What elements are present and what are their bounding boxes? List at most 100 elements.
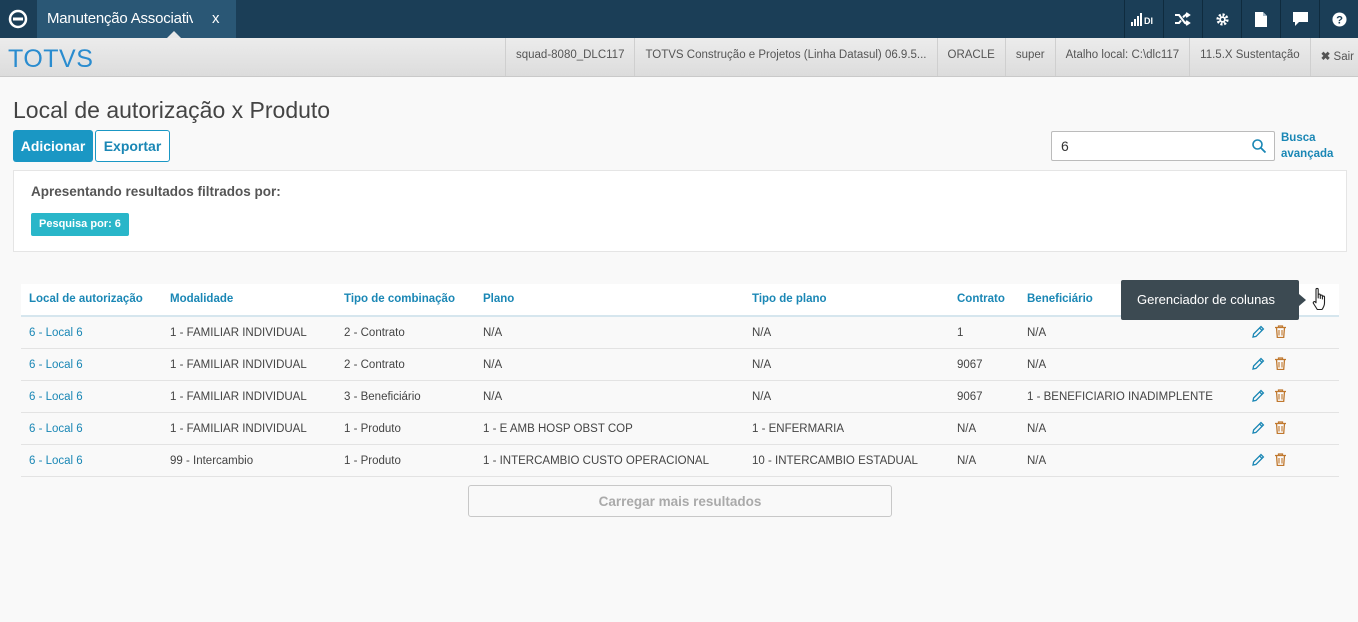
- cell-contrato: N/A: [957, 423, 977, 435]
- top-bar: Manutenção Associativa x DI ?: [0, 0, 1358, 38]
- exit-label: Sair: [1333, 51, 1354, 63]
- svg-text:?: ?: [1336, 14, 1343, 26]
- help-icon[interactable]: ?: [1319, 0, 1358, 38]
- cell-contrato: N/A: [957, 455, 977, 467]
- cell-beneficiario: N/A: [1027, 327, 1047, 339]
- column-manager-tooltip: Gerenciador de colunas: [1121, 280, 1299, 320]
- filter-tag[interactable]: Pesquisa por: 6: [31, 213, 129, 236]
- cell-plano: N/A: [483, 391, 503, 403]
- shuffle-icon[interactable]: [1163, 0, 1202, 38]
- header-beneficiario[interactable]: Beneficiário: [1027, 293, 1093, 305]
- advanced-search-link[interactable]: Busca avançada: [1281, 130, 1333, 162]
- cell-tipo-combinacao: 1 - Produto: [344, 423, 401, 435]
- signal-label: DI: [1144, 16, 1153, 26]
- tab-close-icon[interactable]: x: [212, 10, 220, 27]
- table-row: 6 - Local 6 1 - FAMILIAR INDIVIDUAL 2 - Co…: [21, 349, 1339, 381]
- header-local-autorizacao[interactable]: Local de autorização: [29, 293, 143, 305]
- cell-modalidade: 1 - FAMILIAR INDIVIDUAL: [170, 327, 307, 339]
- delete-icon[interactable]: [1274, 389, 1287, 407]
- tooltip-arrow: [1299, 294, 1306, 306]
- table-row: 6 - Local 6 99 - Intercambio 1 - Produto 1 …: [21, 445, 1339, 477]
- cell-contrato: 1: [957, 327, 964, 339]
- header-plano[interactable]: Plano: [483, 293, 514, 305]
- table-row: 6 - Local 6 1 - FAMILIAR INDIVIDUAL 3 - Be…: [21, 381, 1339, 413]
- cell-beneficiario: N/A: [1027, 359, 1047, 371]
- info-version: 11.5.X Sustentação: [1189, 38, 1310, 76]
- cell-contrato: 9067: [957, 391, 983, 403]
- cell-tipo-combinacao: 2 - Contrato: [344, 359, 405, 371]
- search-input[interactable]: [1052, 132, 1242, 160]
- header-tipo-plano[interactable]: Tipo de plano: [752, 293, 827, 305]
- cell-tipo-plano: N/A: [752, 327, 772, 339]
- delete-icon[interactable]: [1274, 325, 1287, 343]
- cell-local-autorizacao[interactable]: 6 - Local 6: [29, 423, 83, 435]
- info-product: TOTVS Construção e Projetos (Linha Datas…: [634, 38, 936, 76]
- header-modalidade[interactable]: Modalidade: [170, 293, 233, 305]
- cell-tipo-plano: N/A: [752, 391, 772, 403]
- add-button[interactable]: Adicionar: [13, 130, 93, 162]
- cell-plano: N/A: [483, 359, 503, 371]
- cell-plano: N/A: [483, 327, 503, 339]
- hand-cursor-icon: [1311, 287, 1329, 318]
- load-more-button[interactable]: Carregar mais resultados: [468, 485, 892, 517]
- cell-local-autorizacao[interactable]: 6 - Local 6: [29, 359, 83, 371]
- cell-tipo-combinacao: 2 - Contrato: [344, 327, 405, 339]
- table-row: 6 - Local 6 1 - FAMILIAR INDIVIDUAL 1 - Pr…: [21, 413, 1339, 445]
- search-box: [1051, 131, 1275, 161]
- cell-tipo-plano: 10 - INTERCAMBIO ESTADUAL: [752, 455, 918, 467]
- edit-icon[interactable]: [1252, 389, 1265, 407]
- table-row: 6 - Local 6 1 - FAMILIAR INDIVIDUAL 2 - Co…: [21, 317, 1339, 349]
- chat-icon[interactable]: [1280, 0, 1319, 38]
- filter-title: Apresentando resultados filtrados por:: [31, 184, 281, 199]
- cell-modalidade: 1 - FAMILIAR INDIVIDUAL: [170, 359, 307, 371]
- cell-local-autorizacao[interactable]: 6 - Local 6: [29, 455, 83, 467]
- page-title: Local de autorização x Produto: [13, 97, 331, 123]
- cell-modalidade: 1 - FAMILIAR INDIVIDUAL: [170, 391, 307, 403]
- cell-tipo-plano: 1 - ENFERMARIA: [752, 423, 845, 435]
- cell-local-autorizacao[interactable]: 6 - Local 6: [29, 327, 83, 339]
- export-button[interactable]: Exportar: [95, 130, 170, 162]
- tab-indicator: [167, 31, 181, 38]
- tab-manutencao-associativa[interactable]: Manutenção Associativa x: [37, 0, 236, 38]
- edit-icon[interactable]: [1252, 421, 1265, 439]
- delete-icon[interactable]: [1274, 421, 1287, 439]
- document-icon[interactable]: [1241, 0, 1280, 38]
- cell-modalidade: 99 - Intercambio: [170, 455, 254, 467]
- cell-tipo-combinacao: 1 - Produto: [344, 455, 401, 467]
- signal-icon[interactable]: DI: [1124, 0, 1163, 38]
- session-info: squad-8080_DLC117 TOTVS Construção e Pro…: [504, 38, 1358, 76]
- cell-plano: 1 - E AMB HOSP OBST COP: [483, 423, 633, 435]
- brand-logo: TOTVS: [8, 45, 94, 73]
- header-tipo-combinacao[interactable]: Tipo de combinação: [344, 293, 455, 305]
- toolbar-icons: DI ?: [1124, 0, 1358, 38]
- cell-plano: 1 - INTERCAMBIO CUSTO OPERACIONAL: [483, 455, 709, 467]
- cell-local-autorizacao[interactable]: 6 - Local 6: [29, 391, 83, 403]
- exit-button[interactable]: ✖ Sair: [1309, 38, 1358, 76]
- info-server: squad-8080_DLC117: [504, 38, 634, 76]
- header-contrato[interactable]: Contrato: [957, 293, 1005, 305]
- cell-beneficiario: N/A: [1027, 455, 1047, 467]
- cell-beneficiario: 1 - BENEFICIARIO INADIMPLENTE: [1027, 391, 1213, 403]
- gear-icon[interactable]: [1202, 0, 1241, 38]
- cell-beneficiario: N/A: [1027, 423, 1047, 435]
- search-icon[interactable]: [1252, 139, 1267, 158]
- info-bar: TOTVS squad-8080_DLC117 TOTVS Construção…: [0, 38, 1358, 77]
- tab-label: Manutenção Associativa: [47, 10, 193, 27]
- info-database: ORACLE: [936, 38, 1005, 76]
- info-user: super: [1004, 38, 1055, 76]
- table-body: 6 - Local 6 1 - FAMILIAR INDIVIDUAL 2 - Co…: [21, 317, 1339, 477]
- info-local-shortcut: Atalho local: C:\dlc117: [1054, 38, 1190, 76]
- edit-icon[interactable]: [1252, 325, 1265, 343]
- edit-icon[interactable]: [1252, 453, 1265, 471]
- delete-icon[interactable]: [1274, 453, 1287, 471]
- totvs-logo-icon[interactable]: [0, 0, 36, 38]
- edit-icon[interactable]: [1252, 357, 1265, 375]
- cell-tipo-plano: N/A: [752, 359, 772, 371]
- advanced-search-line1: Busca: [1281, 132, 1316, 144]
- cell-tipo-combinacao: 3 - Beneficiário: [344, 391, 421, 403]
- cell-modalidade: 1 - FAMILIAR INDIVIDUAL: [170, 423, 307, 435]
- filter-panel: Apresentando resultados filtrados por: P…: [13, 170, 1347, 252]
- advanced-search-line2: avançada: [1281, 148, 1334, 160]
- delete-icon[interactable]: [1274, 357, 1287, 375]
- cell-contrato: 9067: [957, 359, 983, 371]
